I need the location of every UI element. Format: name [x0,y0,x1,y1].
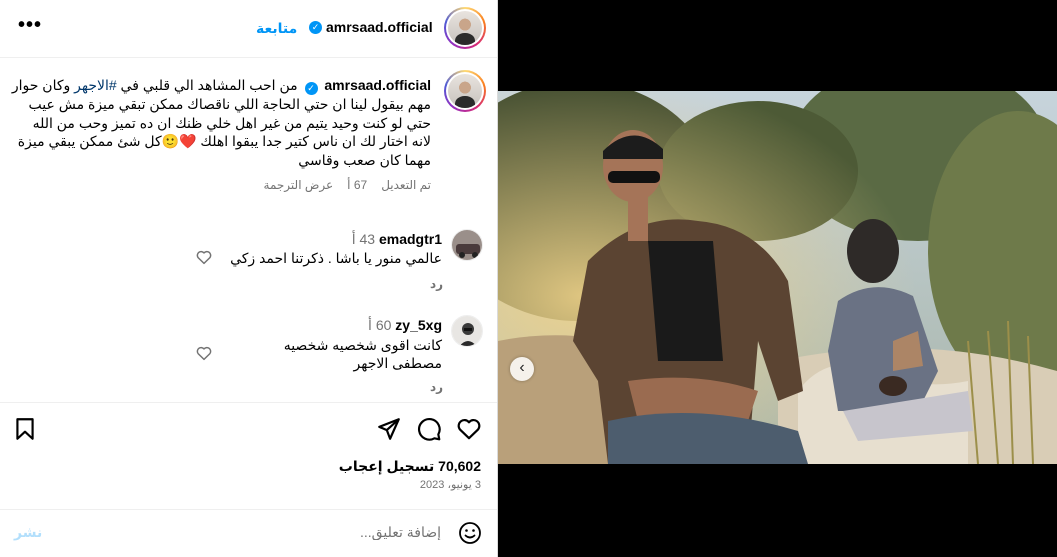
verified-badge-icon: ✓ [304,82,318,95]
caption-username[interactable]: amrsaad.official [324,77,431,93]
smile-emoji: 🙂 [161,133,180,149]
comment-time[interactable]: 43 أ [352,231,375,247]
like-icon[interactable] [456,416,482,442]
post-image [498,91,1057,464]
emoji-icon[interactable] [458,521,482,545]
caption-avatar[interactable] [444,70,486,112]
comment-header: zy_5xg 60 أ [368,317,442,334]
hashtag-link[interactable]: #الاجهر [74,77,117,93]
comment-time[interactable]: 60 أ [368,317,391,333]
likes-count[interactable]: 70,602 تسجيل إعجاب [339,458,481,475]
post-media: ‹ [498,0,1057,557]
post-header: ••• متابعة ✓ amrsaad.official [0,0,497,58]
comment-like-icon[interactable] [195,344,213,362]
header-avatar[interactable] [444,7,486,49]
comment-avatar[interactable] [451,315,483,347]
header-username[interactable]: amrsaad.official [326,19,433,35]
more-options-icon[interactable]: ••• [18,14,42,37]
caption-time[interactable]: 67 أ [347,178,367,192]
heart-emoji: ❤️ [179,133,197,149]
see-translation-link[interactable]: عرض الترجمة [264,178,334,192]
comment-input[interactable] [81,524,441,540]
post-comment-button[interactable]: نشر [14,524,42,541]
post-caption: amrsaad.official ✓ من احب المشاهد الي قل… [11,76,431,169]
comment-composer: نشر [0,509,497,557]
bookmark-icon[interactable] [12,416,38,442]
follow-button[interactable]: متابعة [256,20,297,37]
edited-label: تم التعديل [381,178,431,192]
post-side-panel: ••• متابعة ✓ amrsaad.official amrsaad.of… [0,0,498,557]
post-photo[interactable]: ‹ [498,91,1057,464]
comment-text: كانت اقوى شخصيه شخصيه مصطفى الاجهر [284,336,442,372]
comment-username[interactable]: zy_5xg [395,317,442,333]
comment-icon[interactable] [416,416,442,442]
comment-text: عالمي منور يا باشا . ذكرتنا احمد زكي [230,250,442,266]
comment-like-icon[interactable] [195,248,213,266]
caption-text: من احب المشاهد الي قلبي في [116,77,298,93]
share-icon[interactable] [376,416,402,442]
reply-button[interactable]: رد [430,277,443,291]
comment-text-line: مصطفى الاجهر [353,355,442,371]
comment-avatar[interactable] [451,229,483,261]
caption-meta: تم التعديل 67 أ عرض الترجمة [250,178,431,192]
comment-username[interactable]: emadgtr1 [379,231,442,247]
verified-badge-icon: ✓ [309,21,322,34]
comment-header: emadgtr1 43 أ [352,231,442,248]
carousel-prev-button[interactable]: ‹ [510,357,534,381]
comment-text-line: كانت اقوى شخصيه شخصيه [283,337,442,353]
post-date[interactable]: 3 يونيو، 2023 [420,478,481,491]
reply-button[interactable]: رد [430,380,443,394]
